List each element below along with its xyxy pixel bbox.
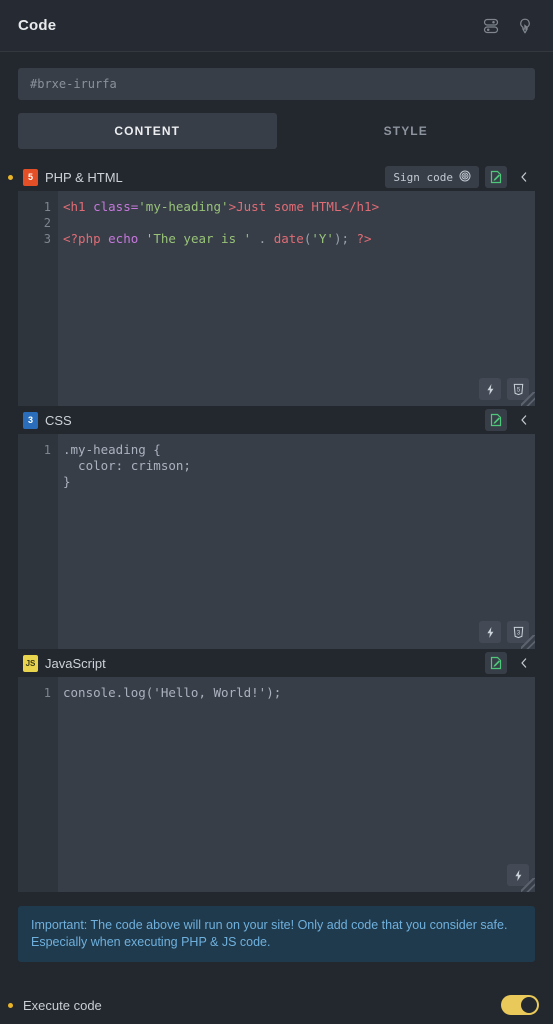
code-element-panel: Code CONT <box>0 0 553 1024</box>
code-editor-php-html[interactable]: 123 <h1 class='my-heading'>Just some HTM… <box>18 191 535 406</box>
section-header-php-html: 5 PHP & HTML Sign code <box>0 163 553 191</box>
code-sections: 5 PHP & HTML Sign code <box>0 149 553 892</box>
sign-code-label: Sign code <box>393 171 453 184</box>
security-notice: Important: The code above will run on yo… <box>18 906 535 962</box>
javascript-badge-icon: JS <box>23 655 38 672</box>
lightning-icon[interactable] <box>479 621 501 643</box>
line-number-gutter: 123 <box>18 191 58 406</box>
code-text-javascript[interactable]: console.log('Hello, World!'); <box>58 677 535 892</box>
lightning-icon[interactable] <box>479 378 501 400</box>
element-id-input[interactable] <box>18 68 535 100</box>
panel-header: Code <box>0 0 553 52</box>
editor-resize-handle[interactable] <box>521 635 535 649</box>
tab-content[interactable]: CONTENT <box>18 113 277 149</box>
section-header-css: 3 CSS <box>0 406 553 434</box>
section-header-javascript: JS JavaScript <box>0 649 553 677</box>
modified-dot <box>8 175 13 180</box>
collapse-chevron-left-icon[interactable] <box>513 409 535 431</box>
editor-resize-handle[interactable] <box>521 878 535 892</box>
collapse-chevron-left-icon[interactable] <box>513 166 535 188</box>
section-label-css: CSS <box>45 413 478 428</box>
line-number-gutter: 1 <box>18 677 58 892</box>
page-title: Code <box>18 17 481 34</box>
settings-sliders-icon[interactable] <box>481 16 501 36</box>
toggle-knob <box>521 997 537 1013</box>
header-icon-group <box>481 16 535 36</box>
tab-bar: CONTENT STYLE <box>0 100 553 149</box>
code-editor-css[interactable]: 1 .my-heading { color: crimson;} 3 <box>18 434 535 649</box>
line-number-gutter: 1 <box>18 434 58 649</box>
id-field-wrapper <box>0 52 553 100</box>
tab-style[interactable]: STYLE <box>277 113 536 149</box>
cursor-pointer-icon[interactable] <box>515 16 535 36</box>
code-editor-expand-icon[interactable] <box>485 652 507 674</box>
section-css: 3 CSS <box>0 406 553 649</box>
collapse-chevron-left-icon[interactable] <box>513 652 535 674</box>
code-text-php-html[interactable]: <h1 class='my-heading'>Just some HTML</h… <box>58 191 535 406</box>
panel-body: CONTENT STYLE 5 PHP & HTML Sign code <box>0 52 553 1024</box>
execute-code-label: Execute code <box>23 998 494 1013</box>
svg-text:5: 5 <box>516 387 520 393</box>
code-text-css[interactable]: .my-heading { color: crimson;} <box>58 434 535 649</box>
section-php-html: 5 PHP & HTML Sign code <box>0 163 553 406</box>
editor-resize-handle[interactable] <box>521 392 535 406</box>
section-actions-javascript <box>485 652 535 674</box>
code-editor-javascript[interactable]: 1 console.log('Hello, World!'); <box>18 677 535 892</box>
fingerprint-icon <box>459 170 471 185</box>
css3-badge-icon: 3 <box>23 412 38 429</box>
execute-code-toggle[interactable] <box>501 995 539 1015</box>
html5-badge-icon: 5 <box>23 169 38 186</box>
section-label-php-html: PHP & HTML <box>45 170 378 185</box>
section-label-javascript: JavaScript <box>45 656 478 671</box>
sign-code-button[interactable]: Sign code <box>385 166 479 188</box>
section-actions-css <box>485 409 535 431</box>
execute-code-row: Execute code <box>0 986 553 1024</box>
code-editor-expand-icon[interactable] <box>485 166 507 188</box>
section-javascript: JS JavaScript <box>0 649 553 892</box>
svg-text:3: 3 <box>516 630 520 636</box>
code-editor-expand-icon[interactable] <box>485 409 507 431</box>
section-actions-php-html: Sign code <box>385 166 535 188</box>
modified-dot <box>8 1003 13 1008</box>
